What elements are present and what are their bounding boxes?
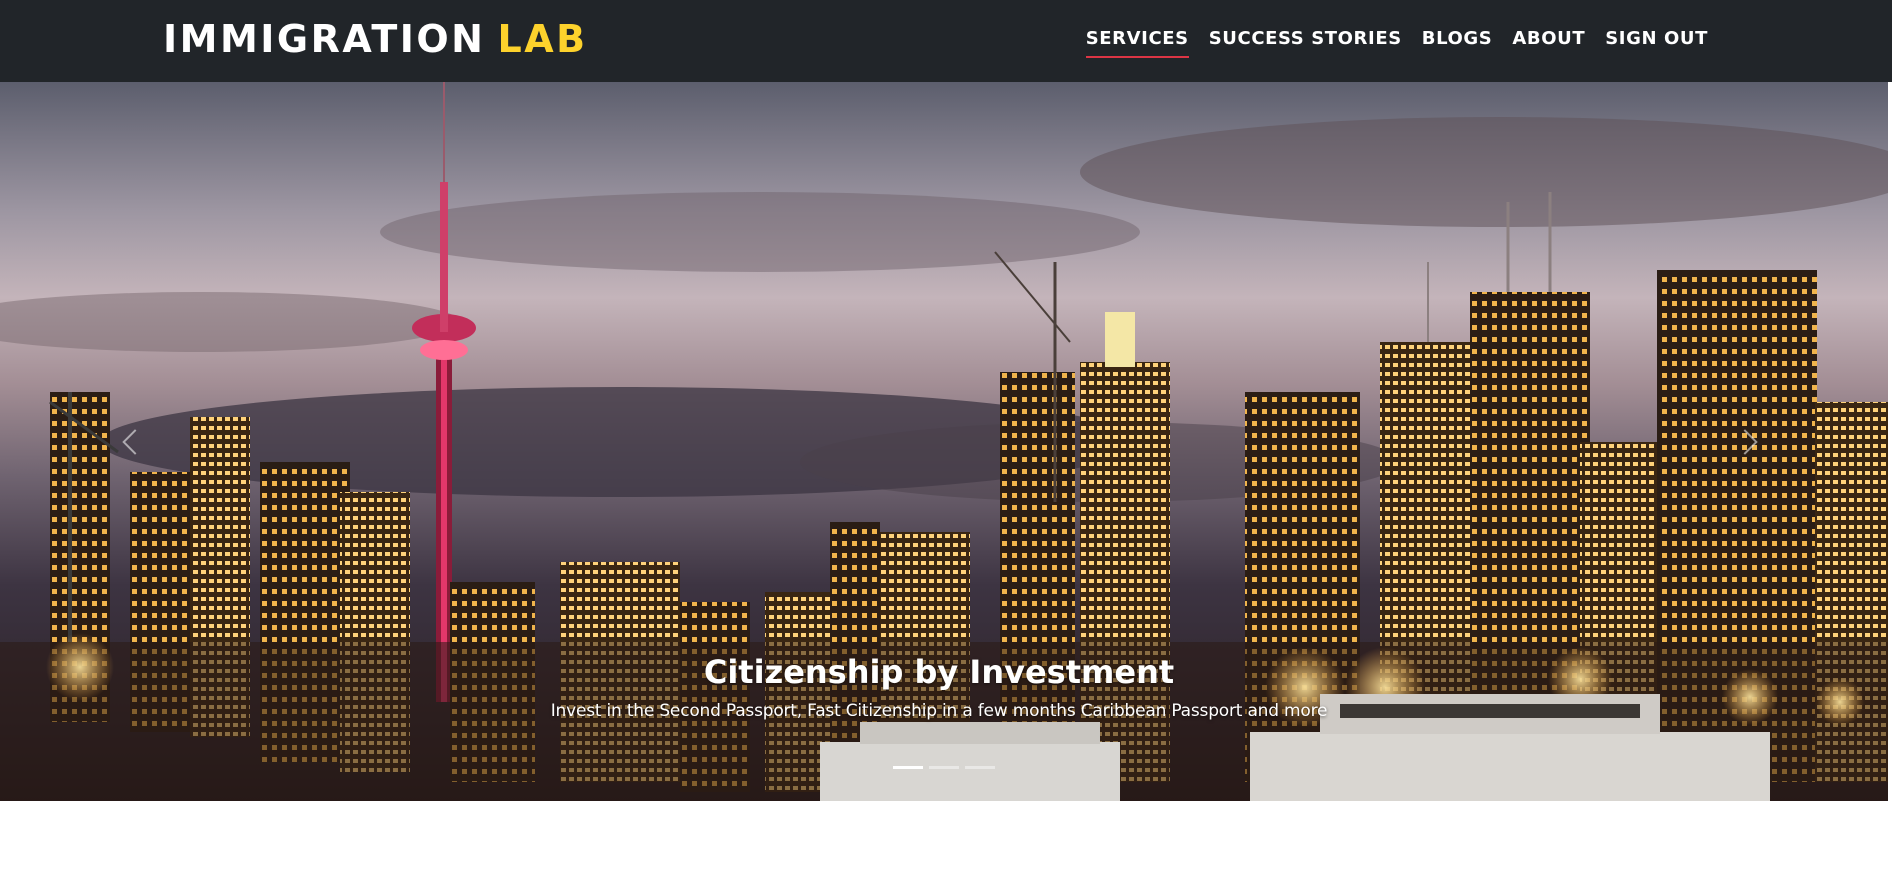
carousel-indicator-2[interactable] bbox=[929, 766, 959, 769]
main-nav: SERVICES SUCCESS STORIES BLOGS ABOUT SIG… bbox=[1085, 24, 1708, 58]
carousel-prev-button[interactable] bbox=[115, 412, 155, 472]
hero-carousel: Citizenship by Investment Invest in the … bbox=[0, 82, 1888, 801]
brand-accent: LAB bbox=[497, 17, 588, 61]
top-navbar: IMMIGRATION LAB SERVICES SUCCESS STORIES … bbox=[0, 0, 1892, 82]
brand-name: IMMIGRATION bbox=[163, 17, 486, 61]
nav-link-sign-out[interactable]: SIGN OUT bbox=[1605, 24, 1708, 58]
nav-link-success-stories[interactable]: SUCCESS STORIES bbox=[1209, 24, 1402, 58]
nav-link-about[interactable]: ABOUT bbox=[1512, 24, 1585, 58]
carousel-next-button[interactable] bbox=[1725, 412, 1765, 472]
carousel-caption: Citizenship by Investment Invest in the … bbox=[0, 652, 1888, 724]
carousel-indicator-1[interactable] bbox=[893, 766, 923, 769]
hero-title: Citizenship by Investment bbox=[703, 653, 1175, 691]
chevron-left-icon bbox=[122, 429, 148, 455]
chevron-right-icon bbox=[1732, 429, 1758, 455]
nav-link-blogs[interactable]: BLOGS bbox=[1422, 24, 1493, 58]
brand-logo[interactable]: IMMIGRATION LAB bbox=[163, 14, 588, 64]
hero-subtitle: Invest in the Second Passport, Fast Citi… bbox=[550, 701, 1328, 721]
carousel-indicator-3[interactable] bbox=[965, 766, 995, 769]
carousel-indicators bbox=[0, 766, 1888, 769]
nav-link-services[interactable]: SERVICES bbox=[1085, 24, 1189, 58]
